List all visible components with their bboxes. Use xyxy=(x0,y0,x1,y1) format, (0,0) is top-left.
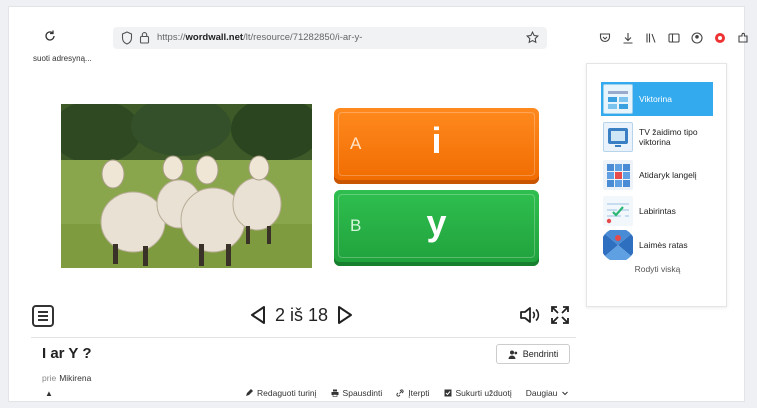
extensions-icon[interactable] xyxy=(737,32,749,44)
template-label: Viktorina xyxy=(639,94,672,104)
create-assignment-action[interactable]: Sukurti užduotį xyxy=(444,388,512,398)
fullscreen-icon[interactable] xyxy=(550,305,570,325)
previous-icon[interactable] xyxy=(249,305,267,325)
maze-icon xyxy=(603,196,633,226)
template-quiz[interactable]: Viktorina xyxy=(601,82,713,116)
open-box-icon xyxy=(603,160,633,190)
link-icon xyxy=(396,389,404,397)
template-wheel[interactable]: Laimės ratas xyxy=(600,227,713,263)
author-line: prie Mikirena xyxy=(42,373,92,383)
extension-record-icon[interactable] xyxy=(714,32,726,44)
template-label: TV žaidimo tipo viktorina xyxy=(639,127,698,147)
edit-content-action[interactable]: Redaguoti turinį xyxy=(245,388,317,398)
template-maze[interactable]: Labirintas xyxy=(601,194,713,228)
sound-icon[interactable] xyxy=(519,306,541,324)
template-label: Labirintas xyxy=(639,206,676,216)
share-label: Bendrinti xyxy=(522,349,559,359)
menu-line xyxy=(38,311,48,313)
template-label: Atidaryk langelį xyxy=(639,170,697,180)
answer-option-a[interactable]: A i xyxy=(334,108,539,184)
quiz-icon xyxy=(603,84,633,114)
menu-line xyxy=(38,315,48,317)
template-tv-quiz[interactable]: TV žaidimo tipo viktorina xyxy=(601,120,713,154)
resource-title: I ar Y ? xyxy=(42,345,92,362)
pocket-icon[interactable] xyxy=(599,32,611,44)
shield-icon[interactable] xyxy=(121,31,133,45)
wheel-icon xyxy=(600,227,636,263)
answer-option-b[interactable]: B y xyxy=(334,190,539,266)
page-counter: 2 iš 18 xyxy=(275,304,329,325)
like-icon[interactable]: ▲ xyxy=(45,389,53,398)
tv-quiz-icon xyxy=(603,122,633,152)
browser-window: https://wordwall.net/lt/resource/7128285… xyxy=(8,6,749,402)
question-image xyxy=(61,104,312,268)
pencil-icon xyxy=(246,389,253,396)
lock-icon[interactable] xyxy=(139,31,150,44)
answer-text: y xyxy=(426,202,447,243)
menu-line xyxy=(38,319,48,321)
print-action[interactable]: Spausdinti xyxy=(331,388,382,398)
author-link[interactable]: Mikirena xyxy=(59,373,91,383)
template-label: Laimės ratas xyxy=(639,240,688,250)
share-button[interactable]: Bendrinti xyxy=(496,344,570,364)
template-switcher-panel: Viktorina TV žaidimo tipo viktorina Atid… xyxy=(586,63,727,307)
template-open-box[interactable]: Atidaryk langelį xyxy=(601,158,713,192)
bookmarks-bar-item[interactable]: suoti adresyną... xyxy=(33,54,92,63)
reload-icon[interactable] xyxy=(43,29,57,43)
menu-button[interactable] xyxy=(32,305,54,327)
account-icon[interactable] xyxy=(691,32,703,44)
chevron-down-icon xyxy=(562,391,569,396)
show-all-link[interactable]: Rodyti viską xyxy=(587,264,728,274)
library-icon[interactable] xyxy=(645,32,657,44)
users-icon xyxy=(508,350,517,359)
url-text: https://wordwall.net/lt/resource/7128285… xyxy=(157,32,363,43)
more-action[interactable]: Daugiau xyxy=(526,388,570,398)
sidebar-icon[interactable] xyxy=(668,32,680,44)
question-navigation: 2 iš 18 xyxy=(249,303,354,327)
browser-toolbar-icons xyxy=(599,32,749,46)
browser-toolbar: https://wordwall.net/lt/resource/7128285… xyxy=(9,23,749,53)
answer-text: i xyxy=(431,120,442,161)
embed-action[interactable]: Įterpti xyxy=(396,388,430,398)
download-icon[interactable] xyxy=(622,32,634,44)
address-bar[interactable]: https://wordwall.net/lt/resource/7128285… xyxy=(113,27,547,49)
checkbox-icon xyxy=(444,389,452,397)
resource-actions: Redaguoti turinį Spausdinti Įterpti Suku… xyxy=(245,388,569,398)
next-icon[interactable] xyxy=(336,305,354,325)
bookmark-star-icon[interactable] xyxy=(526,31,539,44)
divider xyxy=(31,337,576,338)
printer-icon xyxy=(331,389,339,397)
